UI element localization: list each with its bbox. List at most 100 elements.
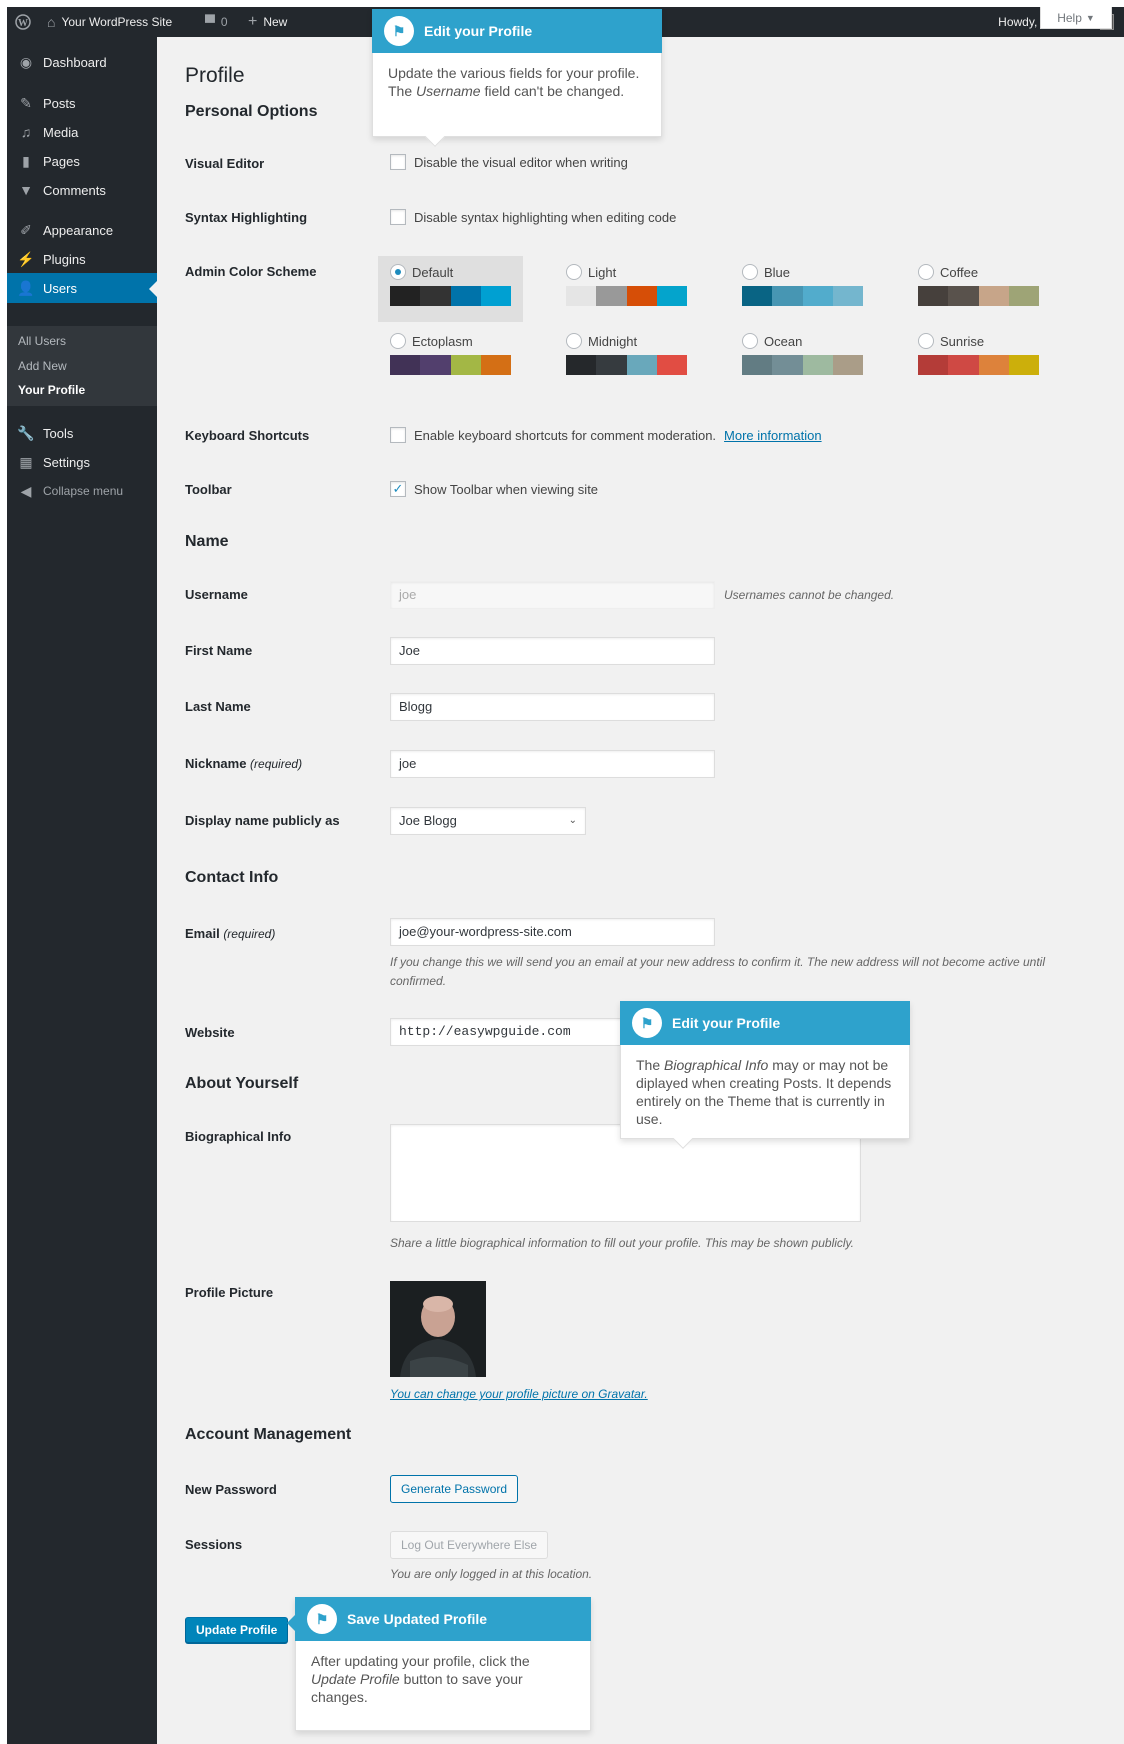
color-swatch [656,286,687,306]
plug-icon: ⚡ [17,250,35,267]
pointer-title: Edit your Profile [424,23,533,39]
generate-password-button[interactable]: Generate Password [390,1475,519,1503]
user-icon: 👤 [17,279,35,296]
color-scheme-radio[interactable] [742,264,758,280]
color-scheme-option[interactable]: Coffee [906,256,1051,322]
pointer-biographical-info: ⚑ Edit your Profile The Biographical Inf… [620,1001,910,1149]
color-swatch [566,355,597,375]
menu-media[interactable]: ♫ Media [7,117,157,147]
checkbox-text: Enable keyboard shortcuts for comment mo… [414,427,717,443]
color-scheme-label: Light [588,264,617,280]
color-swatch [480,355,511,375]
first-name-field[interactable]: Joe [390,637,715,665]
color-swatches [390,286,511,306]
color-scheme-label: Coffee [940,264,979,280]
nickname-field[interactable]: joe [390,750,715,778]
menu-label: Plugins [43,251,86,267]
brush-icon: ✐ [20,221,32,238]
color-scheme-radio[interactable] [390,264,406,280]
color-scheme-option[interactable]: Light [554,256,699,322]
menu-pages[interactable]: ▮ Pages [7,146,157,176]
comments-link[interactable]: ▀ 0 [205,7,228,37]
color-scheme-radio[interactable] [566,264,582,280]
color-scheme-label: Ocean [764,333,803,349]
required-marker: (required) [250,757,303,771]
color-swatch [832,355,863,375]
menu-collapse[interactable]: ◀ Collapse menu [7,476,157,506]
color-swatches [566,286,687,306]
color-swatch [626,355,657,375]
color-scheme-option[interactable]: Default [378,256,523,322]
email-label-text: Email [185,926,220,941]
display-name-label: Display name publicly as [185,813,340,828]
color-scheme-radio[interactable] [390,333,406,349]
color-swatch [918,286,949,306]
admin-menu: ◉ Dashboard ✎ Posts ♫ Media ▮ Pages ▼ Co… [7,37,157,1744]
wordpress-logo-icon[interactable]: W [15,7,31,37]
menu-plugins[interactable]: ⚡ Plugins [7,244,157,274]
syntax-highlighting-checkbox[interactable] [390,209,406,225]
menu-label: Appearance [43,222,114,238]
color-swatch [832,286,863,306]
comment-bubble-icon: ▀ [205,14,215,30]
color-scheme-option[interactable]: Midnight [554,325,699,391]
comments-count: 0 [220,15,228,29]
color-scheme-option[interactable]: Sunrise [906,325,1051,391]
color-scheme-label: Ectoplasm [412,333,473,349]
syntax-highlighting-option[interactable]: Disable syntax highlighting when editing… [390,209,676,225]
menu-comments[interactable]: ▼ Comments [7,175,157,205]
gravatar-link[interactable]: You can change your profile picture on G… [390,1387,648,1401]
site-name-link[interactable]: ⌂ Your WordPress Site [47,7,172,37]
menu-appearance[interactable]: ✐ Appearance [7,215,157,245]
update-profile-button[interactable]: Update Profile [185,1617,289,1643]
menu-label: Pages [43,153,80,169]
menu-users[interactable]: 👤 Users [7,273,157,303]
keyboard-shortcuts-checkbox[interactable] [390,427,406,443]
wp-admin-window: W ⌂ Your WordPress Site ▀ 0 + New Howdy,… [7,7,1124,1744]
last-name-field[interactable]: Blogg [390,693,715,721]
keyboard-shortcuts-option[interactable]: Enable keyboard shortcuts for comment mo… [390,427,822,443]
visual-editor-checkbox[interactable] [390,154,406,170]
color-scheme-radio[interactable] [566,333,582,349]
color-scheme-name: Ectoplasm [390,333,511,349]
visual-editor-option[interactable]: Disable the visual editor when writing [390,154,628,170]
color-scheme-option[interactable]: Blue [730,256,875,322]
email-field[interactable]: joe@your-wordpress-site.com [390,918,715,946]
settings-icon: ▦ [19,453,33,470]
color-scheme-name: Midnight [566,333,687,349]
color-swatch [596,355,627,375]
menu-dashboard[interactable]: ◉ Dashboard [7,47,157,77]
display-name-select[interactable]: Joe Blogg ⌄ [390,807,586,835]
menu-posts[interactable]: ✎ Posts [7,88,157,118]
submenu-add-new[interactable]: Add New [18,359,67,373]
pin-icon: ✎ [20,94,32,111]
pointer-save-profile: ⚑ Save Updated Profile After updating yo… [287,1597,591,1731]
submenu-all-users[interactable]: All Users [18,334,66,348]
toolbar-option[interactable]: ✓ Show Toolbar when viewing site [390,481,598,497]
color-scheme-radio[interactable] [918,264,934,280]
color-scheme-option[interactable]: Ectoplasm [378,325,523,391]
new-content-link[interactable]: + New [248,7,287,37]
toolbar-checkbox[interactable]: ✓ [390,481,406,497]
menu-label: Tools [43,425,74,441]
color-swatches [390,355,511,375]
sessions-label: Sessions [185,1537,243,1552]
menu-label: Collapse menu [43,484,124,498]
color-swatches [918,355,1039,375]
pointer-text: The [636,1057,665,1073]
caret-down-icon: ▼ [1085,12,1095,23]
pointer-title: Save Updated Profile [347,1611,488,1627]
section-account-management: Account Management [185,1426,352,1443]
submenu-your-profile[interactable]: Your Profile [18,383,85,397]
menu-settings[interactable]: ▦ Settings [7,447,157,477]
color-scheme-radio[interactable] [918,333,934,349]
color-scheme-radio[interactable] [742,333,758,349]
color-swatch [1008,355,1039,375]
menu-tools[interactable]: 🔧 Tools [7,418,157,448]
flag-icon: ⚑ [384,16,414,46]
help-tab[interactable]: Help ▼ [1040,7,1112,29]
more-information-link[interactable]: More information [724,428,822,443]
color-scheme-option[interactable]: Ocean [730,325,875,391]
color-swatch [480,286,511,306]
color-swatch [802,355,833,375]
